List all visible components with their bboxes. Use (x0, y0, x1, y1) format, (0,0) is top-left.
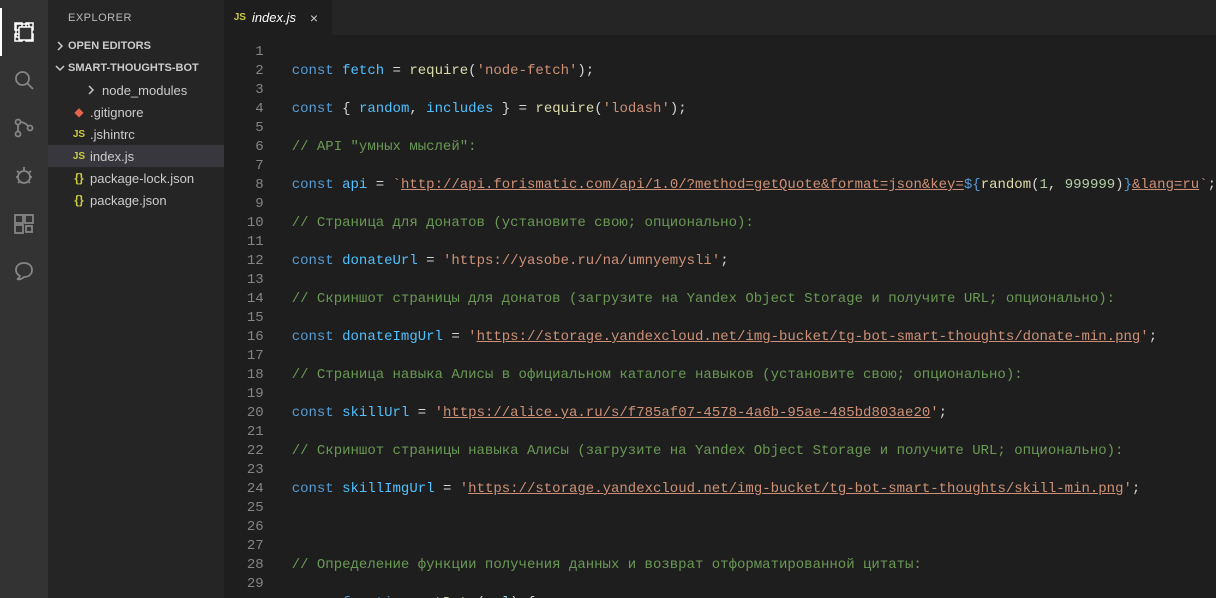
sidebar: EXPLORER OPEN EDITORS SMART-THOUGHTS-BOT… (48, 0, 224, 598)
extensions-activity[interactable] (0, 200, 48, 248)
open-editors-section[interactable]: OPEN EDITORS (48, 35, 224, 57)
folder-node-modules[interactable]: node_modules (48, 79, 224, 101)
tab-label: index.js (252, 10, 296, 25)
search-activity[interactable] (0, 56, 48, 104)
project-section[interactable]: SMART-THOUGHTS-BOT (48, 57, 224, 79)
sidebar-title: EXPLORER (48, 0, 224, 35)
git-activity[interactable] (0, 248, 48, 296)
file-package-json[interactable]: {} package.json (48, 189, 224, 211)
file-package-lock[interactable]: {} package-lock.json (48, 167, 224, 189)
open-editors-label: OPEN EDITORS (68, 40, 151, 52)
js-icon: JS (68, 129, 90, 140)
chevron-right-icon (52, 41, 68, 51)
file-label: node_modules (102, 83, 187, 98)
file-label: .jshintrc (90, 127, 135, 142)
explorer-activity[interactable] (0, 8, 48, 56)
json-icon: {} (68, 193, 90, 207)
code-area[interactable]: 1234567891011121314151617181920212223242… (224, 35, 1216, 598)
file-gitignore[interactable]: ◆ .gitignore (48, 101, 224, 123)
file-label: index.js (90, 149, 134, 164)
tab-bar: JS index.js × (224, 0, 1216, 35)
git-icon: ◆ (68, 105, 90, 119)
chevron-down-icon (52, 63, 68, 73)
file-label: .gitignore (90, 105, 143, 120)
close-icon[interactable]: × (306, 10, 322, 26)
activity-bar (0, 0, 48, 598)
tab-indexjs[interactable]: JS index.js × (224, 0, 333, 35)
debug-activity[interactable] (0, 152, 48, 200)
js-icon: JS (234, 12, 246, 23)
code-content[interactable]: const fetch = require('node-fetch'); con… (284, 35, 1216, 598)
file-label: package-lock.json (90, 171, 194, 186)
js-icon: JS (68, 151, 90, 162)
file-tree: node_modules ◆ .gitignore JS .jshintrc J… (48, 79, 224, 598)
file-label: package.json (90, 193, 167, 208)
editor-area: JS index.js × 12345678910111213141516171… (224, 0, 1216, 598)
line-gutter: 1234567891011121314151617181920212223242… (224, 35, 284, 598)
source-control-activity[interactable] (0, 104, 48, 152)
json-icon: {} (68, 171, 90, 185)
file-indexjs[interactable]: JS index.js (48, 145, 224, 167)
file-jshintrc[interactable]: JS .jshintrc (48, 123, 224, 145)
project-label: SMART-THOUGHTS-BOT (68, 62, 199, 74)
chevron-right-icon (80, 85, 102, 95)
